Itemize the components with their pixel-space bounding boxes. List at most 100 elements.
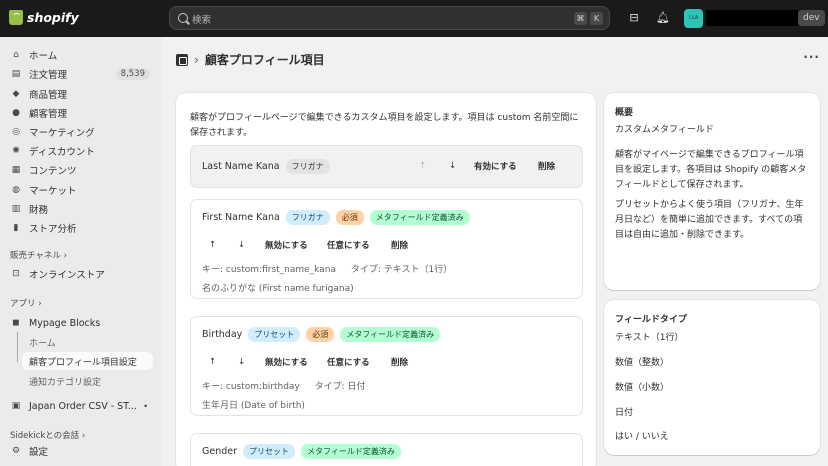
field-label: 生年月日 (Date of birth) [202,401,305,411]
field-type: タイプ: テキスト（1行） [350,265,453,275]
tag-furigana: フリガナ [285,210,330,225]
sidebar-item-mypage-blocks[interactable]: ◼ Mypage Blocks [4,314,154,332]
sidebar-item-products[interactable]: ◆ 商品管理 [4,85,154,103]
tag-required: 必須 [306,327,335,342]
pin-dot-icon: • [143,401,148,411]
globe-icon: ◍ [12,185,20,195]
cmd-key: ⌘ [574,12,587,25]
move-up-button[interactable]: ↑ [209,357,238,367]
tag-metafield-defined: メタフィールド定義済み [301,444,401,459]
field-key: キー: custom:first_name_kana [202,265,336,275]
chart-icon: ▮ [13,223,19,233]
chevron-right-icon: › [63,251,68,261]
move-up-button[interactable]: ↑ [209,240,238,250]
k-key: K [590,12,603,25]
sidebar-item-online-store[interactable]: ⊡ オンラインストア [4,265,154,283]
env-badge: dev [798,10,825,26]
field-type: タイプ: 日付 [314,382,366,392]
sidebar-item-content[interactable]: ▦ コンテンツ [4,161,154,179]
chevron-right-icon: › [194,52,199,67]
move-down-button[interactable]: ↓ [238,357,265,367]
sidekick-label[interactable]: Sidekickとの会話 › [10,429,85,441]
profile-fields-card: 顧客がプロフィールページで編集できるカスタム項目を設定します。項目は custo… [176,93,596,466]
top-bar: shopify 検索 ⌘ K ⊟ 🔔︎ I.LA dev [0,0,828,37]
field-name: Last Name Kana [202,161,280,172]
home-icon: ⌂ [13,50,19,60]
app-sub-home[interactable]: ホーム [29,336,56,349]
gear-icon: ⚙ [11,446,21,456]
move-down-button[interactable]: ↓ [238,240,265,250]
tag-icon: ◆ [12,89,20,99]
sidebar-item-customers[interactable]: ● 顧客管理 [4,104,154,122]
sidebar-item-analytics[interactable]: ▮ ストア分析 [4,219,154,237]
avatar[interactable]: I.LA [684,9,703,28]
field-name: First Name Kana [202,212,280,223]
enable-button[interactable]: 有効にする [474,160,538,172]
sidebar-item-orders[interactable]: ▤ 注文管理 8,539 [4,65,154,83]
search-bar[interactable]: 検索 ⌘ K [169,6,610,30]
bell-icon[interactable]: 🔔︎ [656,11,670,25]
target-icon: ◎ [12,127,20,137]
tag-preset: プリセット [248,327,301,342]
chevron-right-icon: › [38,299,42,309]
shopify-logo[interactable]: shopify [9,10,79,25]
sidebar: ⌂ ホーム ▤ 注文管理 8,539 ◆ 商品管理 ● 顧客管理 ◎ マーケティング ✺ ディ… [0,37,162,466]
sidebar-item-japan-order-csv[interactable]: ▣ Japan Order CSV - ST... • [4,397,154,415]
field-types-card: フィールドタイプ テキスト（1行） 数値（整数） 数値（小数） 日付 はい / … [604,300,820,455]
field-name: Gender [202,446,238,457]
field-type-item: 数値（整数） [615,358,670,368]
sales-channels-label[interactable]: 販売チャネル › [10,249,67,261]
field-name: Birthday [202,329,243,340]
make-optional-button[interactable]: 任意にする [327,239,391,251]
overview-paragraph-1: 顧客がマイページで編集できるプロフィール項目を設定します。各項目は Shopif… [615,150,807,190]
search-icon [178,13,188,23]
page-title: 顧客プロフィール項目 [204,53,325,67]
sidebar-item-marketing[interactable]: ◎ マーケティング [4,123,154,141]
move-down-button[interactable]: ↓ [449,161,474,171]
sidebar-item-markets[interactable]: ◍ マーケット [4,181,154,199]
delete-button[interactable]: 削除 [391,356,408,368]
field-types-title: フィールドタイプ [615,315,687,325]
field-item: Gender プリセット メタフィールド定義済み [190,433,583,466]
more-actions-icon[interactable]: ··· [803,50,820,64]
sidebar-item-discounts[interactable]: ✺ ディスカウント [4,142,154,160]
storefront-icon: ⊡ [12,269,20,279]
field-item: First Name Kana フリガナ 必須 メタフィールド定義済み ↑ ↓ … [190,199,583,299]
store-icon[interactable]: ⊟ [627,11,641,25]
orders-count: 8,539 [115,68,150,80]
app-icon: ◼ [12,318,20,328]
sidebar-item-home[interactable]: ⌂ ホーム [4,46,154,64]
search-placeholder: 検索 [192,15,212,26]
brand-name: shopify [27,10,79,25]
delete-button[interactable]: 削除 [538,160,555,172]
disable-button[interactable]: 無効にする [265,356,327,368]
overview-title: 概要 [615,108,634,118]
apps-label[interactable]: アプリ › [10,297,42,309]
move-up-button[interactable]: ↑ [419,161,449,171]
field-type-item: はい / いいえ [615,432,669,442]
field-type-item: 日付 [615,408,634,418]
app-sub-notification[interactable]: 通知カテゴリ設定 [29,375,101,388]
store-name-redacted[interactable] [706,10,798,26]
tag-furigana: フリガナ [285,159,330,174]
sidebar-item-finance[interactable]: ▥ 財務 [4,200,154,218]
tree-line [17,332,18,362]
field-type-item: テキスト（1行） [615,333,684,343]
field-item: Last Name Kana フリガナ ↑ ↓ 有効にする 削除 [190,145,583,188]
field-type-item: 数値（小数） [615,383,670,393]
csv-app-icon: ▣ [11,401,21,411]
make-optional-button[interactable]: 任意にする [327,356,391,368]
delete-button[interactable]: 削除 [391,239,408,251]
overview-card: 概要 カスタムメタフィールド 顧客がマイページで編集できるプロフィール項目を設定… [604,93,820,290]
tag-preset: プリセット [243,444,296,459]
inbox-icon: ▤ [11,69,21,79]
field-key: キー: custom:birthday [202,382,300,392]
disable-button[interactable]: 無効にする [265,239,327,251]
main-content: › 顧客プロフィール項目 ··· 顧客がプロフィールページで編集できるカスタム項… [162,37,828,466]
content-icon: ▦ [11,165,21,175]
sidebar-item-settings[interactable]: ⚙ 設定 [4,442,154,460]
tag-metafield-defined: メタフィールド定義済み [340,327,441,342]
overview-paragraph-2: プリセットからよく使う項目（フリガナ、生年月日など）を簡単に追加できます。すべて… [615,200,804,240]
app-sub-profile-fields[interactable]: 顧客プロフィール項目設定 [22,352,153,370]
field-item: Birthday プリセット 必須 メタフィールド定義済み ↑ ↓ 無効にする … [190,316,583,416]
